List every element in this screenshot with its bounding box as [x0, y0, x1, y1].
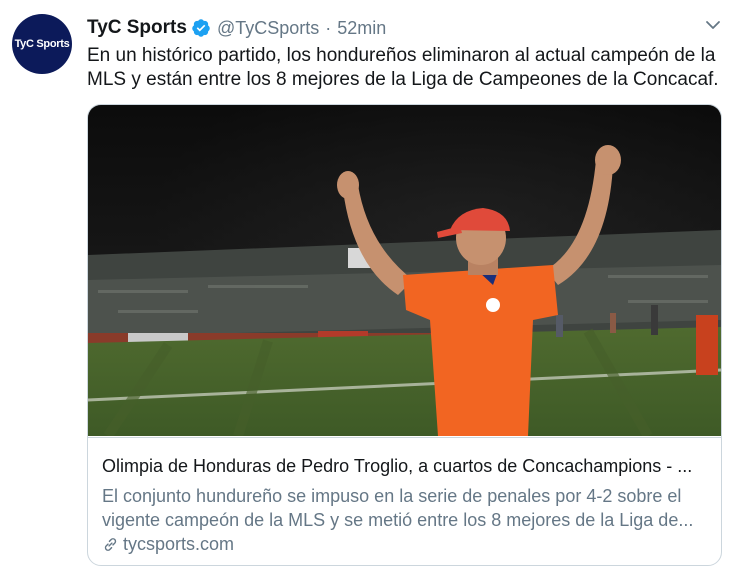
tweet-text: En un histórico partido, los hondureños … [87, 45, 719, 90]
timestamp[interactable]: 52min [337, 18, 386, 39]
card-domain-text: tycsports.com [123, 534, 235, 554]
profile-avatar[interactable]: TyC Sports [12, 14, 72, 74]
card-domain[interactable]: tycsports.com [102, 534, 234, 555]
card-description-line: vigente campeón de la MLS y se metió ent… [102, 510, 694, 530]
separator-dot: · [325, 17, 332, 38]
user-handle[interactable]: @TyCSports [217, 18, 319, 39]
tweet-header: TyC Sports @TyCSports · 52min [87, 16, 386, 40]
card-title[interactable]: Olimpia de Honduras de Pedro Troglio, a … [102, 456, 707, 477]
verified-badge-icon [192, 19, 210, 37]
link-icon [104, 538, 117, 551]
display-name[interactable]: TyC Sports [87, 17, 187, 39]
card-description: El conjunto hundureño se impuso en la se… [102, 484, 712, 532]
card-photo [88, 105, 721, 436]
card-description-line: El conjunto hundureño se impuso en la se… [102, 486, 682, 506]
avatar-logo-text: TyC Sports [14, 38, 70, 50]
card-body[interactable]: Olimpia de Honduras de Pedro Troglio, a … [88, 437, 721, 565]
caret-down-icon[interactable] [704, 16, 722, 34]
link-card[interactable]: Olimpia de Honduras de Pedro Troglio, a … [87, 104, 722, 566]
